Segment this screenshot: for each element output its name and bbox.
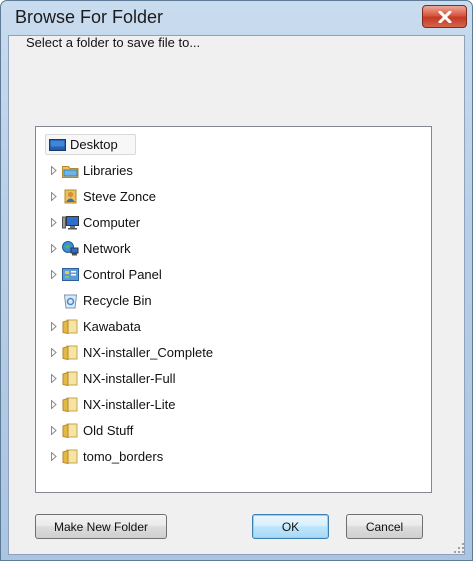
tree-item-old-stuff[interactable]: Old Stuff xyxy=(49,420,133,441)
expand-arrow-icon[interactable] xyxy=(49,166,59,176)
folder-tree[interactable]: Desktop Libraries Steve Zonce Computer N… xyxy=(35,126,432,493)
recycle-bin-icon xyxy=(62,293,79,309)
close-button[interactable] xyxy=(422,5,467,28)
tree-item-label: Control Panel xyxy=(83,267,162,282)
close-icon xyxy=(438,10,451,23)
computer-icon xyxy=(62,215,79,231)
tree-item-recycle-bin[interactable]: Recycle Bin xyxy=(62,290,152,311)
expand-arrow-icon[interactable] xyxy=(49,374,59,384)
network-icon xyxy=(62,241,79,257)
title-bar[interactable]: Browse For Folder xyxy=(1,1,472,31)
expand-arrow-icon[interactable] xyxy=(49,244,59,254)
user-folder-icon xyxy=(62,189,79,205)
expand-arrow-icon[interactable] xyxy=(49,322,59,332)
tree-item-label: Desktop xyxy=(70,137,118,152)
folder-icon xyxy=(62,371,79,387)
libraries-icon xyxy=(62,163,79,179)
tree-item-nx-installer-lite[interactable]: NX-installer-Lite xyxy=(49,394,175,415)
tree-item-label: tomo_borders xyxy=(83,449,164,464)
expand-arrow-icon[interactable] xyxy=(49,270,59,280)
tree-item-label: Steve Zonce xyxy=(83,189,156,204)
tree-item-label: Old Stuff xyxy=(83,423,134,438)
ok-button[interactable]: OK xyxy=(252,514,329,539)
tree-item-kawabata[interactable]: Kawabata xyxy=(49,316,141,337)
tree-item-computer[interactable]: Computer xyxy=(49,212,140,233)
tree-item-nx-installer-complete[interactable]: NX-installer_Complete xyxy=(49,342,213,363)
tree-item-label: Network xyxy=(83,241,131,256)
cancel-button[interactable]: Cancel xyxy=(346,514,423,539)
tree-item-label: Recycle Bin xyxy=(83,293,152,308)
tree-item-label: NX-installer-Lite xyxy=(83,397,176,412)
instruction-text: Select a folder to save file to... xyxy=(26,35,201,50)
expand-arrow-icon[interactable] xyxy=(49,348,59,358)
expand-arrow-icon[interactable] xyxy=(49,218,59,228)
tree-item-label: Kawabata xyxy=(83,319,141,334)
tree-item-label: NX-installer_Complete xyxy=(83,345,214,360)
expand-arrow-icon[interactable] xyxy=(49,400,59,410)
desktop-icon xyxy=(49,137,66,153)
expand-arrow-icon[interactable] xyxy=(49,192,59,202)
tree-item-steve-zonce[interactable]: Steve Zonce xyxy=(49,186,156,207)
tree-item-desktop[interactable]: Desktop xyxy=(49,134,118,155)
folder-icon xyxy=(62,397,79,413)
folder-icon xyxy=(62,423,79,439)
folder-icon xyxy=(62,449,79,465)
folder-icon xyxy=(62,319,79,335)
control-panel-icon xyxy=(62,267,79,283)
tree-item-libraries[interactable]: Libraries xyxy=(49,160,133,181)
window-title: Browse For Folder xyxy=(15,7,164,27)
tree-item-label: NX-installer-Full xyxy=(83,371,176,386)
expand-arrow-icon[interactable] xyxy=(49,426,59,436)
make-new-folder-button[interactable]: Make New Folder xyxy=(35,514,167,539)
resize-grip-icon[interactable] xyxy=(454,543,464,553)
tree-item-nx-installer-full[interactable]: NX-installer-Full xyxy=(49,368,175,389)
tree-item-label: Computer xyxy=(83,215,141,230)
tree-item-control-panel[interactable]: Control Panel xyxy=(49,264,162,285)
tree-item-tomo-borders[interactable]: tomo_borders xyxy=(49,446,163,467)
folder-icon xyxy=(62,345,79,361)
tree-item-label: Libraries xyxy=(83,163,133,178)
tree-item-network[interactable]: Network xyxy=(49,238,131,259)
expand-arrow-icon[interactable] xyxy=(49,452,59,462)
